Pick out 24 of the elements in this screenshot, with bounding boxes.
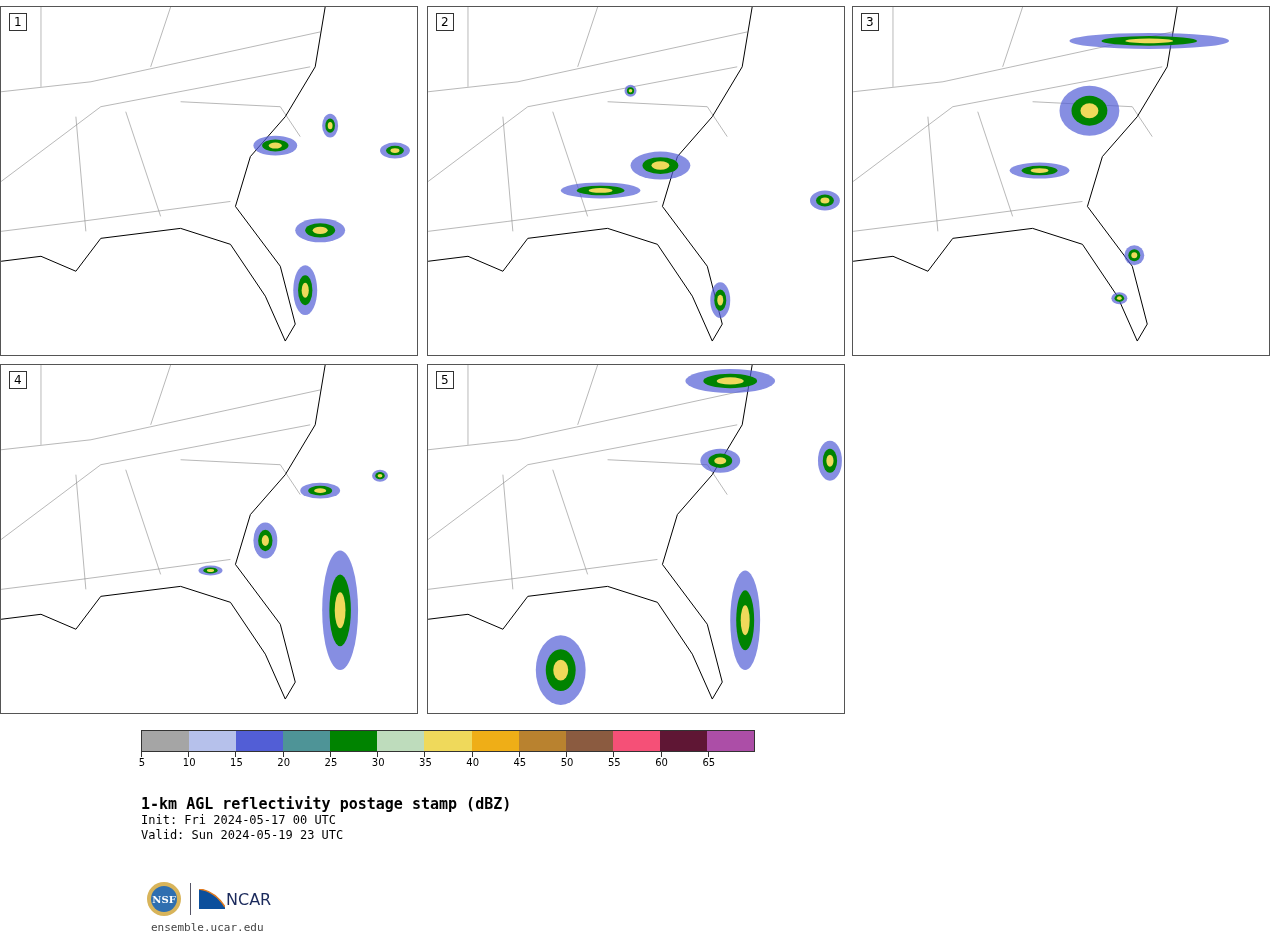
panel-number: 3 bbox=[861, 13, 879, 31]
tick-label: 20 bbox=[277, 757, 291, 768]
tick-label: 25 bbox=[324, 757, 338, 768]
chart-title: 1-km AGL reflectivity postage stamp (dBZ) bbox=[141, 795, 513, 813]
tick-label: 40 bbox=[466, 757, 479, 768]
tick-label: 45 bbox=[513, 757, 527, 768]
panel-number: 4 bbox=[9, 371, 27, 389]
tick-label: 35 bbox=[419, 757, 432, 768]
panel-number: 5 bbox=[436, 371, 454, 389]
panel-number: 1 bbox=[9, 13, 27, 31]
nsf-logo: NSF bbox=[146, 881, 182, 917]
valid-time: Valid: Sun 2024-05-19 23 UTC bbox=[141, 828, 345, 843]
panel-number: 2 bbox=[436, 13, 454, 31]
tick-label: 50 bbox=[560, 757, 574, 768]
tick-label: 55 bbox=[608, 757, 621, 768]
tick-label: 30 bbox=[371, 757, 385, 768]
tick-label: 65 bbox=[702, 757, 716, 768]
tick-label: 5 bbox=[138, 757, 146, 768]
init-time: Init: Fri 2024-05-17 00 UTC bbox=[141, 813, 338, 828]
tick-label: 15 bbox=[230, 757, 243, 768]
website-url: ensemble.ucar.edu bbox=[151, 921, 265, 934]
tick-label: 60 bbox=[655, 757, 668, 768]
ncar-logo: NCAR bbox=[199, 889, 272, 909]
tick-label: 10 bbox=[182, 757, 196, 768]
